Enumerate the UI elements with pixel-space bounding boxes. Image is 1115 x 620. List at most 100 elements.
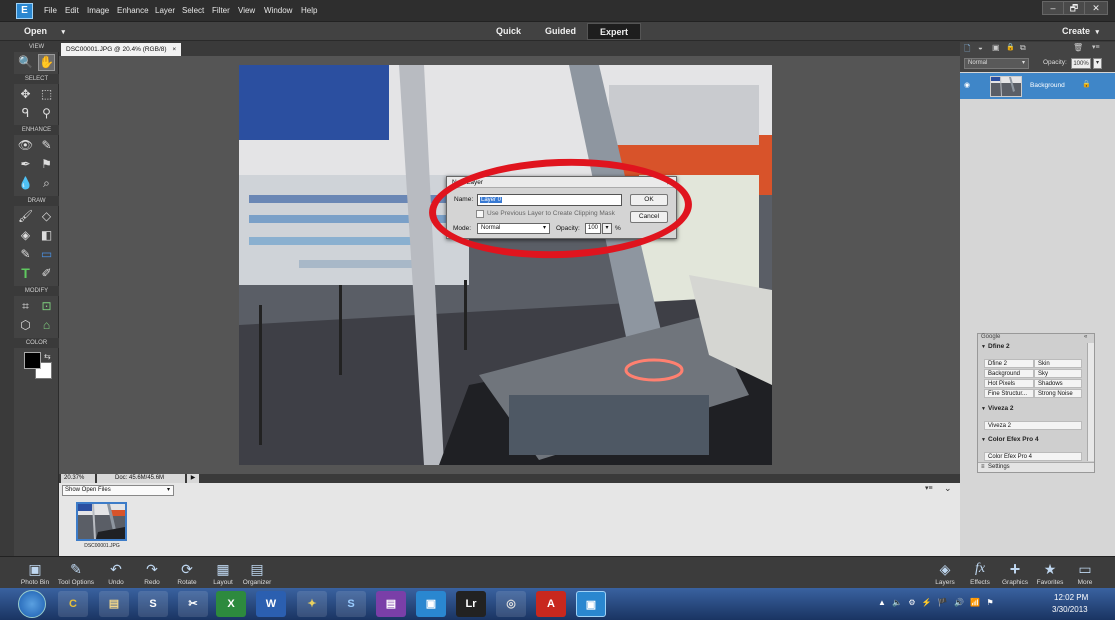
- zoom-level[interactable]: 20.37%: [61, 474, 95, 483]
- delete-layer-icon[interactable]: 🗑: [1073, 43, 1083, 52]
- dfine-cell[interactable]: Skin: [1034, 359, 1082, 368]
- cancel-button[interactable]: Cancel: [630, 211, 668, 223]
- taskbar-app-icon[interactable]: ◎: [496, 591, 526, 617]
- bin-collapse-icon[interactable]: ⌄: [944, 483, 952, 494]
- layout-button[interactable]: ▦ Layout: [208, 557, 238, 589]
- straighten-tool-icon[interactable]: ⌂: [38, 317, 55, 334]
- new-layer-icon[interactable]: 🗋: [964, 43, 970, 57]
- document-tab[interactable]: DSC00001.JPG @ 20.4% (RGB/8) ×: [61, 43, 182, 56]
- redo-button[interactable]: ↷ Redo: [138, 557, 166, 589]
- healing-brush-tool-icon[interactable]: ✎: [38, 137, 55, 154]
- dfine-cell[interactable]: Hot Pixels: [984, 379, 1034, 388]
- dialog-title-bar[interactable]: New Layer ✕: [447, 177, 676, 188]
- dfine-cell[interactable]: Strong Noise: [1034, 389, 1082, 398]
- shape-tool-icon[interactable]: ▭: [38, 246, 55, 263]
- layer-opacity-field[interactable]: 100%: [1071, 58, 1091, 69]
- rotate-button[interactable]: ⟳ Rotate: [172, 557, 202, 589]
- brush-tool-icon[interactable]: 🖌: [17, 208, 34, 225]
- blur-tool-icon[interactable]: 💧: [17, 175, 34, 192]
- taskbar-word-icon[interactable]: W: [256, 591, 286, 617]
- viveza-group-title[interactable]: Viveza 2: [988, 405, 1014, 412]
- app-logo-icon[interactable]: E: [16, 3, 33, 19]
- paint-bucket-tool-icon[interactable]: ◈: [17, 227, 34, 244]
- layers-panel-menu-icon[interactable]: ▾≡: [1092, 43, 1100, 51]
- blend-mode-dropdown[interactable]: Normal ▾: [964, 58, 1029, 69]
- dfine-cell[interactable]: Fine Structur...: [984, 389, 1034, 398]
- opacity-dropdown-icon[interactable]: ▾: [602, 223, 612, 234]
- recompose-tool-icon[interactable]: ⊡: [38, 298, 55, 315]
- windows-start-button[interactable]: [18, 590, 46, 618]
- graphics-button[interactable]: + Graphics: [999, 557, 1031, 589]
- smart-brush-tool-icon[interactable]: ✒: [17, 156, 34, 173]
- tab-quick[interactable]: Quick: [486, 23, 531, 40]
- menu-image[interactable]: Image: [87, 0, 109, 22]
- menu-filter[interactable]: Filter: [212, 0, 230, 22]
- open-button[interactable]: Open ▾: [14, 23, 75, 40]
- eraser-tool-icon[interactable]: ◇: [38, 208, 55, 225]
- clock-time[interactable]: 12:02 PM: [1054, 593, 1088, 602]
- menu-edit[interactable]: Edit: [65, 0, 79, 22]
- restore-button[interactable]: 🗗: [1063, 1, 1085, 15]
- lock-transparent-icon[interactable]: ⧉: [1020, 43, 1026, 53]
- taskbar-photoshop-elements-editor-icon[interactable]: ▣: [576, 591, 606, 617]
- menu-layer[interactable]: Layer: [155, 0, 175, 22]
- adjustment-layer-icon[interactable]: ◒: [978, 43, 983, 52]
- menu-window[interactable]: Window: [264, 0, 292, 22]
- swap-colors-icon[interactable]: ⇆: [44, 352, 51, 361]
- taskbar-chrome-icon[interactable]: C: [58, 591, 88, 617]
- photo-canvas[interactable]: [239, 65, 772, 465]
- viveza-expand-icon[interactable]: ▼: [981, 406, 986, 412]
- system-tray-icons[interactable]: ▲ 🔈 ⚙ ⚡ 🏴 🔊 📶 ⚑: [878, 598, 996, 607]
- layer-mask-icon[interactable]: ▣: [992, 43, 1000, 52]
- type-tool-icon[interactable]: T: [17, 265, 34, 282]
- content-aware-move-tool-icon[interactable]: ⬡: [17, 317, 34, 334]
- google-panel-scrollbar[interactable]: [1087, 343, 1094, 461]
- show-open-files-dropdown[interactable]: Show Open Files ▾: [62, 485, 174, 496]
- sponge-tool-icon[interactable]: ⌕: [38, 175, 55, 192]
- layers-button[interactable]: ◈ Layers: [931, 557, 959, 589]
- google-panel-collapse-icon[interactable]: «: [1084, 334, 1087, 340]
- eyedropper-tool-icon[interactable]: ✎: [17, 246, 34, 263]
- tab-expert[interactable]: Expert: [587, 23, 642, 40]
- color-efex-group-title[interactable]: Color Efex Pro 4: [988, 436, 1039, 443]
- layer-lock-icon[interactable]: 🔒: [1082, 80, 1091, 88]
- taskbar-explorer-icon[interactable]: ▤: [99, 591, 129, 617]
- photo-bin-button[interactable]: ▣ Photo Bin: [18, 557, 52, 589]
- dfine-cell[interactable]: Background: [984, 369, 1034, 378]
- taskbar-skype-icon[interactable]: S: [336, 591, 366, 617]
- taskbar-onenote-icon[interactable]: ▤: [376, 591, 406, 617]
- opacity-dropdown-icon[interactable]: ▾: [1093, 58, 1102, 69]
- menu-help[interactable]: Help: [301, 0, 317, 22]
- bin-options-menu-icon[interactable]: ▾≡: [925, 484, 933, 492]
- taskbar-lightroom-icon[interactable]: Lr: [456, 591, 486, 617]
- minimize-button[interactable]: –: [1042, 1, 1064, 15]
- foreground-color-swatch[interactable]: [24, 352, 41, 369]
- move-tool-icon[interactable]: ✥: [17, 86, 34, 103]
- marquee-tool-icon[interactable]: ⬚: [38, 86, 55, 103]
- menu-view[interactable]: View: [238, 0, 255, 22]
- dialog-close-icon[interactable]: ✕: [666, 177, 673, 188]
- dfine-group-title[interactable]: Dfine 2: [988, 343, 1010, 350]
- ok-button[interactable]: OK: [630, 194, 668, 206]
- document-tab-close-icon[interactable]: ×: [172, 46, 176, 53]
- hand-tool-icon[interactable]: ✋: [38, 54, 55, 71]
- mode-dropdown[interactable]: Normal ▾: [477, 223, 550, 234]
- canvas-area[interactable]: [59, 56, 960, 474]
- pencil-tool-icon[interactable]: ✐: [38, 265, 55, 282]
- layer-name-input[interactable]: Layer 0: [477, 194, 622, 206]
- color-efex-expand-icon[interactable]: ▼: [981, 437, 986, 443]
- effects-button[interactable]: fx Effects: [966, 557, 994, 589]
- organizer-button[interactable]: ▤ Organizer: [240, 557, 274, 589]
- taskbar-app-icon[interactable]: S: [138, 591, 168, 617]
- taskbar-acrobat-icon[interactable]: A: [536, 591, 566, 617]
- tool-options-button[interactable]: ✎ Tool Options: [56, 557, 96, 589]
- taskbar-app-icon[interactable]: ✦: [297, 591, 327, 617]
- menu-file[interactable]: File: [44, 0, 57, 22]
- clock-date[interactable]: 3/30/2013: [1052, 605, 1088, 614]
- taskbar-photoshop-elements-icon[interactable]: ▣: [416, 591, 446, 617]
- create-button[interactable]: Create ▾: [1052, 23, 1109, 40]
- more-button[interactable]: ▭ More: [1070, 557, 1100, 589]
- dfine-cell[interactable]: Shadows: [1034, 379, 1082, 388]
- close-window-button[interactable]: ✕: [1084, 1, 1108, 15]
- clone-stamp-tool-icon[interactable]: ⚑: [38, 156, 55, 173]
